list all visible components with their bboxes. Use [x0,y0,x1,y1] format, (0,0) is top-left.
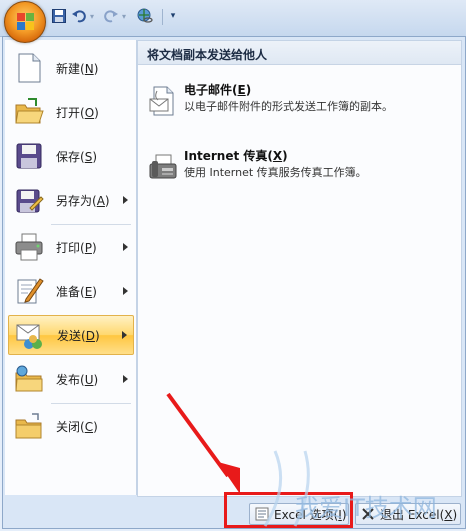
option-description: 使用 Internet 传真服务传真工作簿。 [184,166,367,179]
submenu-arrow-icon [123,287,128,295]
menu-item-label: 新建(N) [56,61,99,76]
menu-item-save[interactable]: 保存(S) [8,136,134,176]
close-folder-icon [15,413,42,439]
menu-item-close[interactable]: 关闭(C) [8,406,134,446]
options-icon [255,507,269,521]
send-icon [16,324,42,349]
send-email-option[interactable]: 电子邮件(E) 以电子邮件附件的形式发送工作簿的副本。 [146,81,451,131]
submenu-arrow-icon [123,375,128,383]
menu-item-label: 另存为(A) [56,193,110,208]
close-x-icon [362,508,374,520]
save-disk-icon [16,143,42,169]
menu-item-label: 发布(U) [56,372,99,387]
menu-item-label: 打印(P) [56,240,97,255]
office-menu: 新建(N) 打开(O) 保存(S) 另存为(A) 打印(P) 准备(E) 发送(… [2,36,466,529]
redo-icon[interactable] [104,8,118,24]
submenu-arrow-icon [122,331,127,339]
undo-icon[interactable] [72,8,86,24]
hyperlink-icon[interactable] [136,8,154,24]
send-internet-fax-option[interactable]: Internet 传真(X) 使用 Internet 传真服务传真工作簿。 [146,147,451,197]
excel-options-button[interactable]: Excel 选项(I) [249,503,349,525]
quick-access-toolbar: ▾ ▾ ▾ [0,0,466,37]
submenu-arrow-icon [123,243,128,251]
save-icon[interactable] [52,8,66,24]
send-submenu-pane: 将文档副本发送给他人 电子邮件(E) 以电子邮件附件的形式发送工作簿的副本。 I… [137,40,462,497]
redo-dropdown-icon[interactable]: ▾ [120,8,128,24]
customize-toolbar-icon[interactable]: ▾ [168,8,178,24]
menu-item-label: 发送(D) [57,328,100,343]
exit-excel-button[interactable]: 退出 Excel(X) [355,503,461,525]
submenu-arrow-icon [123,196,128,204]
excel-options-label: Excel 选项(I) [274,507,347,522]
menu-item-new[interactable]: 新建(N) [8,48,134,88]
menu-item-send[interactable]: 发送(D) [8,315,134,355]
exit-excel-label: 退出 Excel(X) [380,507,458,522]
office-button[interactable] [4,1,46,43]
menu-item-label: 准备(E) [56,284,97,299]
menu-item-publish[interactable]: 发布(U) [8,359,134,399]
prepare-pen-icon [17,278,44,304]
menu-item-prepare[interactable]: 准备(E) [8,271,134,311]
fax-icon [149,154,177,179]
email-icon [149,86,174,116]
menu-divider [51,403,131,404]
menu-item-label: 保存(S) [56,149,98,164]
undo-dropdown-icon[interactable]: ▾ [88,8,96,24]
menu-item-open[interactable]: 打开(O) [8,92,134,132]
option-title: Internet 传真(X) [184,149,288,163]
menu-divider [51,224,131,225]
option-description: 以电子邮件附件的形式发送工作簿的副本。 [184,100,393,113]
office-logo-icon [17,13,35,31]
menu-item-label: 打开(O) [56,105,99,120]
new-document-icon [18,53,41,83]
printer-icon [15,233,43,261]
toolbar-separator [162,9,163,25]
menu-command-list: 新建(N) 打开(O) 保存(S) 另存为(A) 打印(P) 准备(E) 发送(… [5,40,137,495]
pane-title: 将文档副本发送给他人 [138,41,461,65]
menu-item-label: 关闭(C) [56,419,98,434]
menu-item-save-as[interactable]: 另存为(A) [8,180,134,220]
save-as-icon [16,189,44,213]
option-title: 电子邮件(E) [184,83,252,97]
menu-item-print[interactable]: 打印(P) [8,227,134,267]
publish-folder-icon [15,365,43,392]
open-folder-icon [15,98,44,124]
